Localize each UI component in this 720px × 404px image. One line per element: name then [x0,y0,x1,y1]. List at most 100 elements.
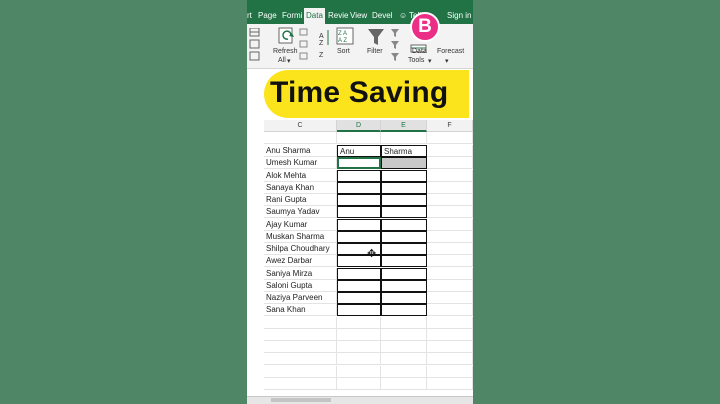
cell-last-name[interactable]: Sharma [381,145,427,157]
column-header-e[interactable]: E [381,120,427,132]
cell-blank[interactable] [427,377,473,390]
lightbulb-icon[interactable]: ☺ [399,8,407,24]
cell-name[interactable]: Sana Khan [264,304,337,317]
cell-last-name-empty[interactable] [381,267,427,280]
cell-blank[interactable] [381,316,427,329]
sign-in-link[interactable]: Sign in [447,8,471,24]
cell-blank[interactable] [427,341,473,353]
cell-full-name[interactable]: Anu Sharma [264,145,337,157]
cell-blank[interactable] [427,316,473,329]
cell-blank[interactable] [427,218,473,231]
tab-page-layout[interactable]: Page [258,8,277,24]
cell-first-name-empty[interactable] [337,218,381,231]
cell-blank[interactable] [427,206,473,219]
cell-blank[interactable] [264,328,337,341]
cell-blank[interactable] [337,353,381,366]
tab-developer[interactable]: Devel [372,8,392,24]
cell-first-name-empty[interactable] [337,304,381,317]
cell-name[interactable]: Saniya Mirza [264,267,337,280]
column-header-c[interactable]: C [264,120,337,132]
cell-blank[interactable] [381,365,427,378]
cell-blank[interactable] [427,194,473,206]
tab-review[interactable]: Revie [328,8,348,24]
cell-last-name-empty[interactable] [381,157,427,170]
filter-icon[interactable] [367,27,385,47]
cell-blank[interactable] [427,328,473,341]
refresh-all-label-2[interactable]: All [278,57,286,64]
cell-last-name-empty[interactable] [381,304,427,317]
column-header-d[interactable]: D [337,120,381,132]
cell-first-name[interactable]: Anu [337,145,381,157]
column-header-f[interactable]: F [427,120,473,132]
cell-name[interactable]: Saloni Gupta [264,279,337,292]
cell-blank[interactable] [427,304,473,317]
cell-blank[interactable] [381,132,427,144]
cell-blank[interactable] [381,328,427,341]
cell-blank[interactable] [337,377,381,390]
cell-name[interactable]: Alok Mehta [264,169,337,182]
cell-first-name-empty[interactable] [337,181,381,194]
cell-blank[interactable] [337,328,381,341]
table-icons[interactable] [249,28,261,64]
cell-blank[interactable] [427,132,473,144]
cell-blank[interactable] [264,341,337,353]
cell-blank[interactable] [427,292,473,304]
cell-blank[interactable] [427,181,473,194]
cell-first-name-empty[interactable] [337,255,381,268]
data-tools-arrow-icon[interactable]: ▾ [428,57,432,65]
connections-icons[interactable] [299,28,309,64]
cell-name[interactable]: Muskan Sharma [264,230,337,243]
cell-blank[interactable] [427,267,473,280]
forecast-arrow-icon[interactable]: ▾ [445,57,449,65]
cell-name[interactable]: Sanaya Khan [264,181,337,194]
cell-first-name-empty[interactable] [337,230,381,243]
cell-last-name-empty[interactable] [381,206,427,219]
cell-last-name-empty[interactable] [381,292,427,304]
forecast-label[interactable]: Forecast [437,48,464,55]
cell-last-name-empty[interactable] [381,230,427,243]
cell-name[interactable]: Umesh Kumar [264,157,337,170]
cell-blank[interactable] [264,316,337,329]
scrollbar-thumb[interactable] [271,398,331,402]
cell-first-name-empty[interactable] [337,267,381,280]
tab-data[interactable]: Data [304,8,325,24]
cell-blank[interactable] [381,353,427,366]
cell-blank[interactable] [427,279,473,292]
cell-name[interactable]: Awez Darbar [264,255,337,268]
cell-blank[interactable] [427,230,473,243]
cell-blank[interactable] [337,132,381,144]
sort-dialog-icon[interactable]: Z A A Z [336,27,354,45]
cell-last-name-empty[interactable] [381,255,427,268]
cell-blank[interactable] [381,377,427,390]
sort-label[interactable]: Sort [337,48,350,55]
cell-first-name-empty[interactable] [337,292,381,304]
cell-blank[interactable] [427,255,473,268]
cell-blank[interactable] [337,365,381,378]
cell-first-name-empty[interactable] [337,279,381,292]
cell-last-name-empty[interactable] [381,194,427,206]
cell-first-name-empty[interactable] [337,194,381,206]
cell-first-name-empty[interactable] [337,243,381,255]
cell-blank[interactable] [264,365,337,378]
data-tools-label-1[interactable]: Data [412,48,427,55]
cell-first-name-empty[interactable] [337,206,381,219]
data-tools-label-2[interactable]: Tools [408,57,424,64]
cell-blank[interactable] [381,341,427,353]
cell-blank[interactable] [337,341,381,353]
cell-blank[interactable] [427,157,473,170]
cell-blank[interactable] [427,365,473,378]
cell-first-name-empty[interactable] [337,169,381,182]
cell-last-name-empty[interactable] [381,169,427,182]
filter-label[interactable]: Filter [367,48,383,55]
sort-az-icon[interactable]: A Z Z [319,28,331,64]
cell-last-name-empty[interactable] [381,218,427,231]
cell-blank[interactable] [427,169,473,182]
cell-last-name-empty[interactable] [381,181,427,194]
cell-name[interactable]: Shilpa Choudhary [264,243,337,255]
cell-name[interactable]: Saumya Yadav [264,206,337,219]
cell-name[interactable]: Ajay Kumar [264,218,337,231]
cell-blank[interactable] [264,377,337,390]
cell-blank[interactable] [427,145,473,157]
cell-last-name-empty[interactable] [381,243,427,255]
cell-blank[interactable] [427,353,473,366]
